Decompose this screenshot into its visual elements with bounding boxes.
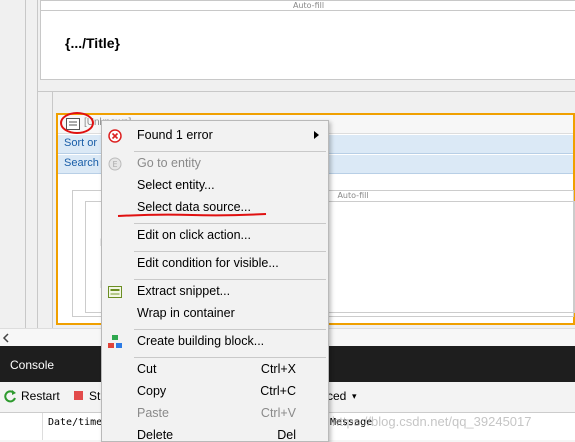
annotation-circle [60, 112, 94, 134]
title-panel[interactable] [40, 10, 575, 80]
console-title: Console [10, 358, 55, 372]
menu-item-edit-on-click-action[interactable]: Edit on click action... [102, 225, 328, 247]
stop-button[interactable]: St [89, 389, 100, 403]
advanced-dropdown[interactable]: ced [327, 389, 346, 403]
menu-item-go-to-entity[interactable]: E Go to entity [102, 153, 328, 175]
page-title[interactable]: {.../Title} [65, 35, 120, 51]
menu-item-label: Paste [137, 406, 169, 420]
menu-item-select-entity[interactable]: Select entity... [102, 175, 328, 197]
menu-item-copy[interactable]: Copy Ctrl+C [102, 381, 328, 403]
shortcut-label: Ctrl+V [260, 406, 296, 420]
menu-separator [134, 251, 326, 252]
menu-item-cut[interactable]: Cut Ctrl+X [102, 359, 328, 381]
menu-item-label: Copy [137, 384, 167, 398]
menu-item-create-building-block[interactable]: Create building block... [102, 331, 328, 353]
snippet-icon [108, 286, 122, 298]
grid-line [52, 92, 53, 328]
error-icon [108, 129, 122, 143]
chevron-down-icon: ▾ [352, 391, 357, 401]
submenu-arrow-icon [314, 131, 319, 139]
menu-item-extract-snippet[interactable]: Extract snippet... [102, 281, 328, 303]
menu-item-paste[interactable]: Paste Ctrl+V [102, 403, 328, 425]
column-header-datetime[interactable]: Date/time [48, 417, 102, 428]
menu-separator [134, 151, 326, 152]
menu-separator [134, 329, 326, 330]
search-label: Search [64, 157, 99, 169]
restart-button[interactable]: Restart [21, 389, 60, 403]
watermark-text: https://blog.csdn.net/qq_39245017 [332, 414, 532, 429]
autofill-label: Auto-fill [292, 1, 325, 10]
menu-item-label: Cut [137, 362, 157, 376]
menu-item-label: Found 1 error [137, 128, 213, 142]
grid-line [25, 0, 26, 328]
grid-line [37, 91, 575, 92]
grid-line [37, 0, 38, 328]
sort-label: Sort or [64, 137, 98, 149]
shortcut-label: Ctrl+C [260, 384, 296, 398]
annotation-underline [117, 213, 267, 217]
menu-item-delete[interactable]: Delete Del [102, 425, 328, 441]
menu-item-label: Select entity... [137, 178, 215, 192]
stop-icon [74, 391, 83, 400]
building-block-icon [108, 335, 122, 348]
restart-icon [4, 390, 16, 403]
shortcut-label: Ctrl+X [260, 362, 296, 376]
menu-item-label: Go to entity [137, 156, 201, 170]
menu-separator [134, 279, 326, 280]
scroll-left-icon[interactable] [2, 333, 10, 343]
menu-item-label: Extract snippet... [137, 284, 231, 298]
menu-item-label: Create building block... [137, 334, 265, 348]
menu-item-label: Edit condition for visible... [137, 256, 279, 270]
menu-item-label: Edit on click action... [137, 228, 251, 242]
entity-icon: E [108, 157, 122, 171]
menu-separator [134, 223, 326, 224]
menu-separator [134, 357, 326, 358]
column-divider [42, 413, 43, 440]
menu-item-wrap-in-container[interactable]: Wrap in container [102, 303, 328, 325]
menu-item-label: Wrap in container [137, 306, 235, 320]
menu-item-found-error[interactable]: Found 1 error [102, 125, 328, 147]
svg-text:E: E [112, 160, 117, 169]
menu-item-edit-condition-visible[interactable]: Edit condition for visible... [102, 253, 328, 275]
context-menu: Found 1 error E Go to entity Select enti… [101, 120, 329, 442]
